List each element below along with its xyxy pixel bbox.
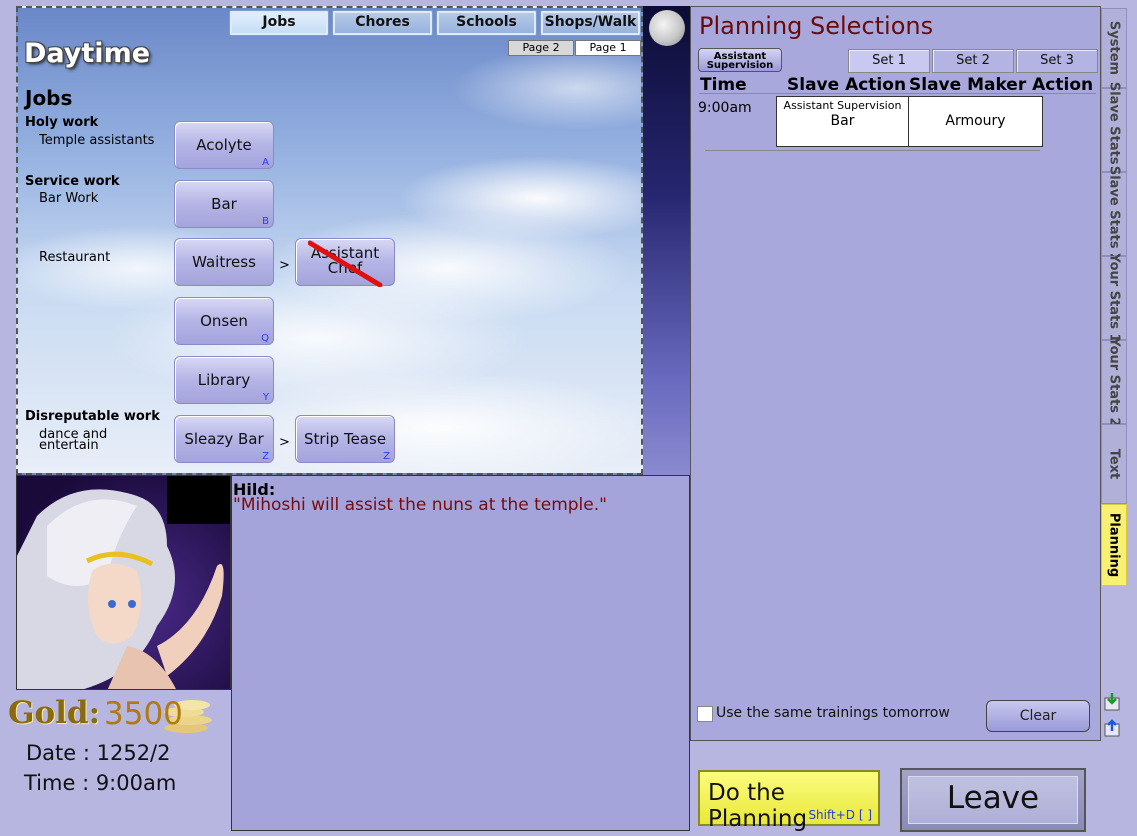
job-button-sleazy-bar[interactable]: Sleazy Bar Z — [174, 415, 274, 463]
do-planning-button[interactable]: Do the Planning Shift+D [ ] — [698, 770, 880, 832]
side-tab-system[interactable]: System — [1101, 8, 1127, 88]
load-plan-icon[interactable] — [1103, 718, 1123, 738]
column-header-time: Time — [700, 75, 747, 95]
character-portrait-art — [17, 476, 230, 689]
button-label: Acolyte — [196, 136, 252, 154]
tab-set-3[interactable]: Set 3 — [1016, 49, 1098, 73]
maker-action-cell[interactable]: Armoury — [908, 96, 1043, 147]
period-title: Daytime — [24, 38, 151, 69]
side-tab-text[interactable]: Text — [1101, 424, 1127, 504]
time-readout: Time : 9:00am — [24, 771, 177, 795]
tab-set-1[interactable]: Set 1 — [848, 49, 930, 73]
dialogue-text: "Mihoshi will assist the nuns at the tem… — [233, 495, 607, 515]
job-button-onsen[interactable]: Onsen Q — [174, 297, 274, 345]
maker-action-value: Armoury — [945, 113, 1006, 129]
tab-chores[interactable]: Chores — [332, 10, 433, 36]
row-time: 9:00am — [698, 100, 752, 116]
tab-shops-walk[interactable]: Shops/Walk — [540, 10, 641, 36]
hotkey-label: Q — [261, 333, 269, 344]
clear-button[interactable]: Clear — [986, 700, 1090, 732]
button-label: Strip Tease — [303, 430, 387, 448]
job-button-bar[interactable]: Bar B — [174, 180, 274, 228]
slave-action-cell[interactable]: Assistant Supervision Bar — [776, 96, 909, 147]
activity-panel: Daytime Jobs Chores Schools Shops/Walk P… — [16, 6, 643, 475]
section-heading: Jobs — [25, 86, 73, 110]
hotkey-label: Y — [262, 392, 269, 403]
night-sky-strip — [643, 6, 690, 475]
gold-label: Gold: — [8, 695, 101, 731]
side-tab-label: Slave Stats 2 — [1106, 165, 1122, 263]
page-2-tab[interactable]: Page 2 — [508, 40, 574, 56]
side-tab-label: Planning — [1106, 512, 1122, 578]
button-label: Sleazy Bar — [184, 430, 264, 448]
side-tab-label: Your Stats 1 — [1106, 253, 1122, 343]
button-label: Leave — [946, 780, 1040, 816]
tab-schools[interactable]: Schools — [436, 10, 537, 36]
upgrade-arrow: > — [279, 258, 290, 273]
slave-action-supervision: Assistant Supervision — [783, 99, 902, 112]
hotkey-label: Z — [383, 451, 390, 462]
tab-set-2[interactable]: Set 2 — [932, 49, 1014, 73]
side-tab-your-stats-2[interactable]: Your Stats 2 — [1101, 337, 1127, 427]
button-label: Waitress — [192, 253, 256, 271]
upgrade-arrow: > — [279, 435, 290, 450]
side-tab-label: System — [1106, 20, 1122, 76]
side-tab-slave-stats-1[interactable]: Slave Stats 1 — [1101, 82, 1127, 178]
row-divider — [705, 150, 1040, 151]
job-button-waitress[interactable]: Waitress — [174, 238, 274, 286]
button-label: Do the Planning — [708, 780, 808, 832]
planning-title: Planning Selections — [699, 12, 934, 40]
job-button-assistant-chef[interactable]: Assistant Chef — [295, 238, 395, 287]
button-label: Onsen — [200, 312, 248, 330]
leave-button[interactable]: Leave — [900, 768, 1086, 832]
same-trainings-label: Use the same trainings tomorrow — [716, 705, 950, 721]
button-label-line2: Supervision — [706, 60, 774, 71]
button-label: Bar — [211, 195, 237, 213]
side-tab-slave-stats-2[interactable]: Slave Stats 2 — [1101, 166, 1127, 262]
category-restaurant: Restaurant — [39, 250, 111, 265]
category-holy-work: Holy work — [25, 115, 99, 130]
side-tab-label: Text — [1106, 448, 1122, 480]
save-plan-icon[interactable] — [1103, 692, 1123, 712]
column-header-slave-action: Slave Action — [787, 75, 907, 95]
category-bar-work: Bar Work — [39, 191, 99, 206]
side-tab-label: Your Stats 2 — [1106, 337, 1122, 427]
date-readout: Date : 1252/2 — [26, 741, 171, 765]
hotkey-label: Shift+D [ ] — [808, 808, 872, 822]
category-disreputable-work: Disreputable work — [25, 409, 160, 424]
hotkey-label: A — [262, 157, 269, 168]
column-header-maker-action: Slave Maker Action — [909, 75, 1094, 95]
gold-value: 3500 — [104, 696, 183, 732]
side-tab-planning[interactable]: Planning — [1101, 504, 1127, 586]
side-tab-label: Slave Stats 1 — [1106, 81, 1122, 179]
same-trainings-checkbox[interactable] — [697, 706, 713, 722]
assistant-supervision-button[interactable]: Assistant Supervision — [698, 48, 782, 72]
sub-line: entertain — [39, 438, 99, 453]
dialogue-box — [231, 475, 690, 831]
locked-cross-icon — [308, 240, 383, 287]
job-button-acolyte[interactable]: Acolyte A — [174, 121, 274, 169]
tab-jobs[interactable]: Jobs — [229, 10, 329, 36]
character-portrait — [16, 475, 231, 690]
button-label: Library — [197, 371, 251, 389]
job-button-strip-tease[interactable]: Strip Tease Z — [295, 415, 395, 463]
category-dance-entertain: dance and entertain — [39, 428, 107, 453]
category-holy-sub: Temple assistants — [39, 133, 155, 148]
slave-action-value: Bar — [830, 113, 855, 129]
job-button-library[interactable]: Library Y — [174, 356, 274, 404]
moon-icon — [649, 10, 685, 46]
category-service-work: Service work — [25, 174, 120, 189]
hotkey-label: Z — [262, 451, 269, 462]
hotkey-label: B — [262, 216, 269, 227]
page-1-tab[interactable]: Page 1 — [575, 40, 641, 56]
header-divider — [699, 93, 1096, 94]
side-tab-your-stats-1[interactable]: Your Stats 1 — [1101, 253, 1127, 343]
